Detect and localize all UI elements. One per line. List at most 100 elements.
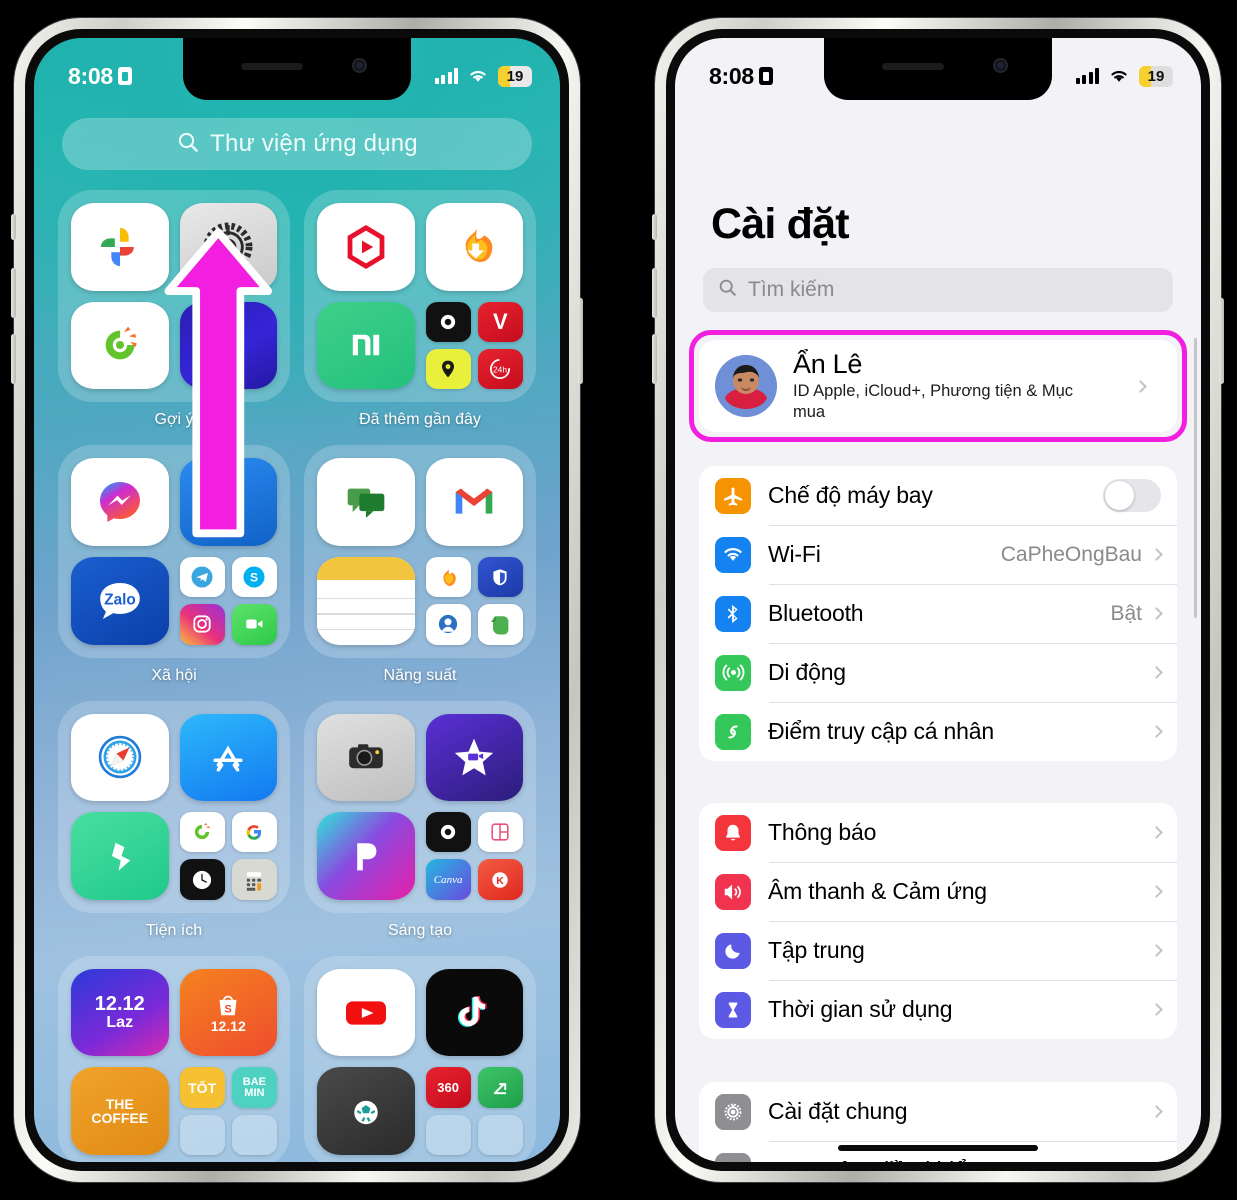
app-baemin[interactable]: BAE MIN <box>231 1067 277 1108</box>
power-button[interactable] <box>578 298 583 384</box>
app-calculator[interactable] <box>231 859 277 900</box>
left-screen: 8:08 19 Thư viện ứng dụng Gợi ý V 24h Đã… <box>34 38 560 1162</box>
app-shortcuts[interactable] <box>71 812 169 900</box>
app-placeholder-4[interactable] <box>477 1114 523 1156</box>
svg-text:K: K <box>497 875 505 887</box>
settings-row-airplane-mode[interactable]: Chế độ máy bay <box>699 466 1177 525</box>
svg-text:24h: 24h <box>493 365 507 375</box>
app-mi-home[interactable] <box>317 301 415 390</box>
app-imovie[interactable] <box>425 713 523 802</box>
status-time: 8:08 <box>68 62 113 89</box>
app-tiktok[interactable] <box>425 968 523 1057</box>
app-placeholder-2[interactable] <box>231 1114 277 1156</box>
row-label: Di động <box>768 659 846 685</box>
folder-goi-y[interactable]: Gợi ý <box>58 190 290 429</box>
scrollbar[interactable] <box>1194 338 1197 618</box>
app-layout[interactable] <box>477 812 523 853</box>
folder-entertainment[interactable]: 360 <box>304 955 536 1162</box>
search-icon <box>717 277 738 303</box>
app-google[interactable] <box>231 812 277 853</box>
app-shield[interactable] <box>477 556 523 598</box>
app-24h[interactable]: 24h <box>477 348 523 390</box>
settings-row-notifications[interactable]: Thông báo <box>699 803 1177 862</box>
volume-down-button[interactable] <box>652 334 657 384</box>
app-360[interactable]: 360 <box>425 1067 471 1108</box>
folder-xa-hoi[interactable]: Zalo S Xã hội <box>58 445 290 684</box>
app-skype[interactable]: S <box>231 556 277 598</box>
app-canva[interactable]: Canva <box>425 859 471 900</box>
settings-row-screen-time[interactable]: Thời gian sử dụng <box>699 980 1177 1039</box>
app-evernote[interactable] <box>477 604 523 645</box>
app-yellow-locator[interactable] <box>425 348 471 390</box>
airplane-icon <box>715 477 751 514</box>
search-input[interactable]: Tìm kiếm <box>703 268 1173 312</box>
app-football[interactable] <box>317 1067 415 1156</box>
app-security-lock[interactable] <box>425 604 471 645</box>
app-settings[interactable] <box>179 203 277 291</box>
app-google-photos[interactable] <box>71 203 169 291</box>
folder-shopping[interactable]: 12.12 Laz S 12.12 THE COFFEE TỐT BAE MIN <box>58 955 290 1162</box>
settings-row-focus[interactable]: Tập trung <box>699 921 1177 980</box>
volume-up-button[interactable] <box>652 268 657 318</box>
app-telegram[interactable] <box>179 556 225 598</box>
app-messenger[interactable] <box>71 458 169 546</box>
settings-row-personal-hotspot[interactable]: Điểm truy cập cá nhân <box>699 702 1177 761</box>
settings-row-wifi[interactable]: Wi-Fi CaPheOngBau <box>699 525 1177 584</box>
row-value: CaPheOngBau <box>1000 542 1142 566</box>
chevron-right-icon <box>1134 379 1147 393</box>
settings-row-cellular[interactable]: Di động <box>699 643 1177 702</box>
app-zing-mp3[interactable] <box>71 301 169 390</box>
notch <box>824 38 1052 100</box>
home-indicator[interactable] <box>838 1145 1038 1151</box>
app-gmail[interactable] <box>425 458 523 546</box>
volume-down-button[interactable] <box>11 334 16 384</box>
app-zing-small[interactable] <box>179 812 225 853</box>
app-files-orange[interactable] <box>425 556 471 598</box>
volume-up-button[interactable] <box>11 268 16 318</box>
app-sports[interactable] <box>477 1067 523 1108</box>
wifi-icon <box>467 68 489 84</box>
app-facetime[interactable] <box>231 604 277 645</box>
hourglass-icon <box>715 991 751 1028</box>
app-library-search[interactable]: Thư viện ứng dụng <box>62 118 532 170</box>
apple-id-row[interactable]: Ẩn Lê ID Apple, iCloud+, Phương tiện & M… <box>699 340 1177 432</box>
settings-row-sounds-haptics[interactable]: Âm thanh & Cảm ứng <box>699 862 1177 921</box>
app-safari[interactable] <box>71 713 169 802</box>
app-notes[interactable] <box>317 556 415 645</box>
settings-row-general[interactable]: Cài đặt chung <box>699 1082 1177 1141</box>
app-kinemaster[interactable]: K <box>477 859 523 900</box>
airplane-mode-toggle[interactable] <box>1103 479 1161 512</box>
app-picsart[interactable] <box>317 812 415 900</box>
app-the-coffee-house[interactable]: THE COFFEE <box>71 1067 169 1156</box>
power-button[interactable] <box>1219 298 1224 384</box>
app-zalo[interactable]: Zalo <box>71 556 169 645</box>
app-clock[interactable] <box>179 859 225 900</box>
silent-switch[interactable] <box>11 214 16 240</box>
bluetooth-icon <box>715 595 751 632</box>
folder-recently-added[interactable]: V 24h Đã thêm gần đây <box>304 190 536 429</box>
app-lazada[interactable]: 12.12 Laz <box>71 968 169 1057</box>
app-camera[interactable] <box>317 713 415 802</box>
app-placeholder-1[interactable] <box>179 1114 225 1156</box>
app-messages[interactable] <box>317 458 415 546</box>
app-placeholder-3[interactable] <box>425 1114 471 1156</box>
app-camera360[interactable] <box>425 812 471 853</box>
app-download-manager[interactable] <box>425 203 523 291</box>
app-blue-tile[interactable] <box>179 301 277 390</box>
app-app-store[interactable] <box>179 713 277 802</box>
row-value: Bật <box>1110 601 1142 625</box>
app-library-screen: 8:08 19 Thư viện ứng dụng Gợi ý V 24h Đã… <box>34 38 560 1162</box>
app-cho-tot[interactable]: TỐT <box>179 1067 225 1108</box>
app-youtube[interactable] <box>317 968 415 1057</box>
app-facebook[interactable] <box>179 458 277 546</box>
app-player[interactable] <box>317 203 415 291</box>
folder-sang-tao[interactable]: Canva K Sáng tạo <box>304 700 536 940</box>
folder-nang-suat[interactable]: Năng suất <box>304 445 536 684</box>
folder-tien-ich[interactable]: Tiện ích <box>58 700 290 940</box>
app-instagram[interactable] <box>179 604 225 645</box>
app-camera-black[interactable] <box>425 301 471 342</box>
settings-row-bluetooth[interactable]: Bluetooth Bật <box>699 584 1177 643</box>
app-shopee[interactable]: S 12.12 <box>179 968 277 1057</box>
silent-switch[interactable] <box>652 214 657 240</box>
app-viettel[interactable]: V <box>477 301 523 342</box>
